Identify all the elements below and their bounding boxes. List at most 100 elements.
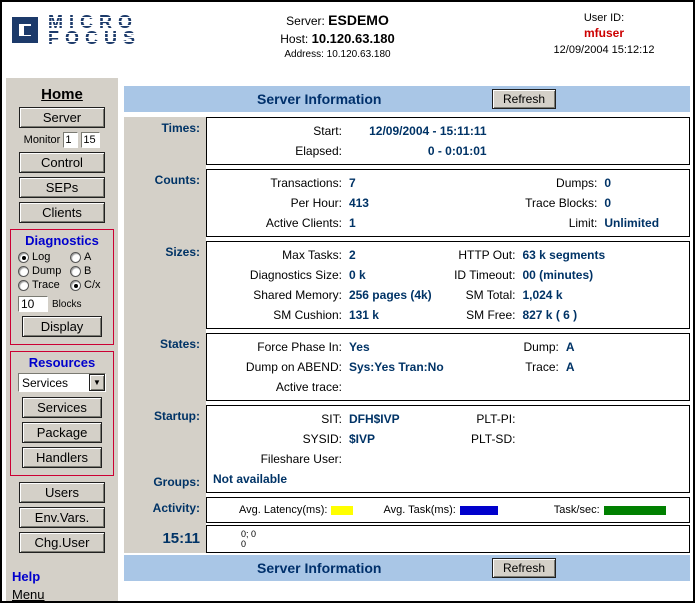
- shared-memory-label: Shared Memory:: [207, 285, 342, 305]
- counts-box: Transactions: 7 Dumps: 0 Per Hour: 413 T…: [206, 169, 690, 237]
- force-phase-value: Yes: [342, 337, 463, 357]
- clients-button[interactable]: Clients: [19, 202, 105, 223]
- sizes-box: Max Tasks: 2 HTTP Out: 63 k segments Dia…: [206, 241, 690, 329]
- transactions-value: 7: [342, 173, 458, 193]
- trace-state-value: A: [559, 357, 689, 377]
- server-info-header: Server: ESDEMO Host: 10.120.63.180 Addre…: [182, 12, 493, 60]
- id-timeout-value: 00 (minutes): [515, 265, 689, 285]
- radio-a-label: A: [84, 251, 91, 263]
- menu-link[interactable]: Menu: [12, 587, 118, 602]
- trace-blocks-value: 0: [597, 193, 689, 213]
- monitor-field-1[interactable]: [63, 132, 78, 148]
- sm-cushion-label: SM Cushion:: [207, 305, 342, 325]
- pltpi-value: [515, 409, 689, 429]
- server-line: Server: ESDEMO: [182, 12, 493, 28]
- activity-time-label: 15:11: [124, 525, 206, 553]
- sizes-line-4: SM Cushion: 131 k SM Free: 827 k ( 6 ): [207, 305, 689, 325]
- micro-focus-logo-icon: [12, 17, 38, 43]
- elapsed-value: 0 - 0:01:01: [342, 141, 487, 161]
- handlers-button[interactable]: Handlers: [22, 447, 102, 468]
- radio-b[interactable]: B: [70, 265, 91, 277]
- latency-swatch: [331, 506, 353, 515]
- blocks-input[interactable]: [18, 296, 48, 312]
- radio-trace[interactable]: Trace: [18, 279, 70, 291]
- counts-row-label: Counts:: [124, 169, 206, 237]
- pltpi-label: PLT-PI:: [448, 409, 515, 429]
- diagnostics-size-label: Diagnostics Size:: [207, 265, 342, 285]
- refresh-button-bottom[interactable]: Refresh: [492, 558, 556, 578]
- counts-line-2: Per Hour: 413 Trace Blocks: 0: [207, 193, 689, 213]
- radio-trace-icon: [18, 280, 29, 291]
- activity-values-box: 0; 0 0: [206, 525, 690, 553]
- task-sec-swatch: [604, 506, 666, 515]
- envvars-button[interactable]: Env.Vars.: [19, 507, 105, 528]
- server-label: Server:: [286, 14, 325, 28]
- http-out-label: HTTP Out:: [448, 245, 515, 265]
- limit-value: Unlimited: [597, 213, 689, 233]
- app-window: MICRO FOCUS Server: ESDEMO Host: 10.120.…: [0, 0, 695, 603]
- task-sec-label: Task/sec:: [554, 504, 600, 516]
- states-line-3: Active trace:: [207, 377, 689, 397]
- chevron-down-icon[interactable]: ▼: [89, 374, 105, 391]
- radio-dump[interactable]: Dump: [18, 265, 70, 277]
- diagnostics-radio-row-1: Log A: [11, 251, 113, 263]
- times-box: Start: 12/09/2004 - 15:11:11 Elapsed: 0 …: [206, 117, 690, 165]
- trace-blocks-label: Trace Blocks:: [458, 193, 598, 213]
- seps-button[interactable]: SEPs: [19, 177, 105, 198]
- startup-line-3: Fileshare User:: [207, 449, 689, 469]
- startup-line-1: SIT: DFH$IVP PLT-PI:: [207, 409, 689, 429]
- services-button[interactable]: Services: [22, 397, 102, 418]
- timestamp: 12/09/2004 15:12:12: [529, 44, 679, 56]
- refresh-button-top[interactable]: Refresh: [492, 89, 556, 109]
- host-label: Host:: [280, 32, 308, 46]
- limit-label: Limit:: [458, 213, 598, 233]
- sizes-line-3: Shared Memory: 256 pages (4k) SM Total: …: [207, 285, 689, 305]
- address-value: 10.120.63.180: [327, 49, 391, 60]
- resources-select-value: Services: [19, 374, 89, 391]
- user-id-value: mfuser: [529, 26, 679, 40]
- states-row-label: States:: [124, 333, 206, 401]
- radio-cx[interactable]: C/x: [70, 279, 101, 291]
- chguser-button[interactable]: Chg.User: [19, 532, 105, 553]
- radio-a[interactable]: A: [70, 251, 91, 263]
- user-id-label: User ID:: [529, 12, 679, 24]
- blocks-label: Blocks: [52, 299, 81, 310]
- startup-line-2: SYSID: $IVP PLT-SD:: [207, 429, 689, 449]
- activity-row-label: Activity:: [124, 497, 206, 523]
- resources-title: Resources: [11, 355, 113, 370]
- force-phase-label: Force Phase In:: [207, 337, 342, 357]
- sm-cushion-value: 131 k: [342, 305, 448, 325]
- help-heading: Help: [12, 569, 118, 584]
- sidebar: Home Server Monitor Control SEPs Clients…: [6, 78, 118, 601]
- micro-focus-logo: MICRO FOCUS: [12, 14, 141, 46]
- states-box: Force Phase In: Yes Dump: A Dump on ABEN…: [206, 333, 690, 401]
- max-tasks-label: Max Tasks:: [207, 245, 342, 265]
- shared-memory-value: 256 pages (4k): [342, 285, 448, 305]
- home-link[interactable]: Home: [6, 86, 118, 103]
- bottom-title-bar: Server Information Refresh: [124, 555, 690, 581]
- sizes-line-2: Diagnostics Size: 0 k ID Timeout: 00 (mi…: [207, 265, 689, 285]
- radio-dump-label: Dump: [32, 265, 61, 277]
- control-button[interactable]: Control: [19, 152, 105, 173]
- resources-select[interactable]: Services ▼: [18, 373, 106, 392]
- abend-label: Dump on ABEND:: [207, 357, 342, 377]
- package-button[interactable]: Package: [22, 422, 102, 443]
- sm-free-label: SM Free:: [448, 305, 515, 325]
- users-button[interactable]: Users: [19, 482, 105, 503]
- radio-log[interactable]: Log: [18, 251, 70, 263]
- bottom-page-title: Server Information: [257, 560, 381, 576]
- host-value: 10.120.63.180: [312, 31, 395, 46]
- radio-cx-label: C/x: [84, 279, 101, 291]
- monitor-field-2[interactable]: [81, 132, 100, 148]
- activity-legend-box: Avg. Latency(ms): Avg. Task(ms): Task/se…: [206, 497, 690, 523]
- fileshare-label: Fileshare User:: [207, 449, 342, 469]
- server-info-table: Times: Start: 12/09/2004 - 15:11:11 Elap…: [124, 117, 690, 553]
- per-hour-label: Per Hour:: [207, 193, 342, 213]
- pltsd-label: PLT-SD:: [448, 429, 515, 449]
- server-button[interactable]: Server: [19, 107, 105, 128]
- radio-a-icon: [70, 252, 81, 263]
- display-button[interactable]: Display: [22, 316, 102, 337]
- dumps-label: Dumps:: [458, 173, 598, 193]
- monitor-row: Monitor: [6, 132, 118, 148]
- logo-line2: FOCUS: [48, 28, 141, 48]
